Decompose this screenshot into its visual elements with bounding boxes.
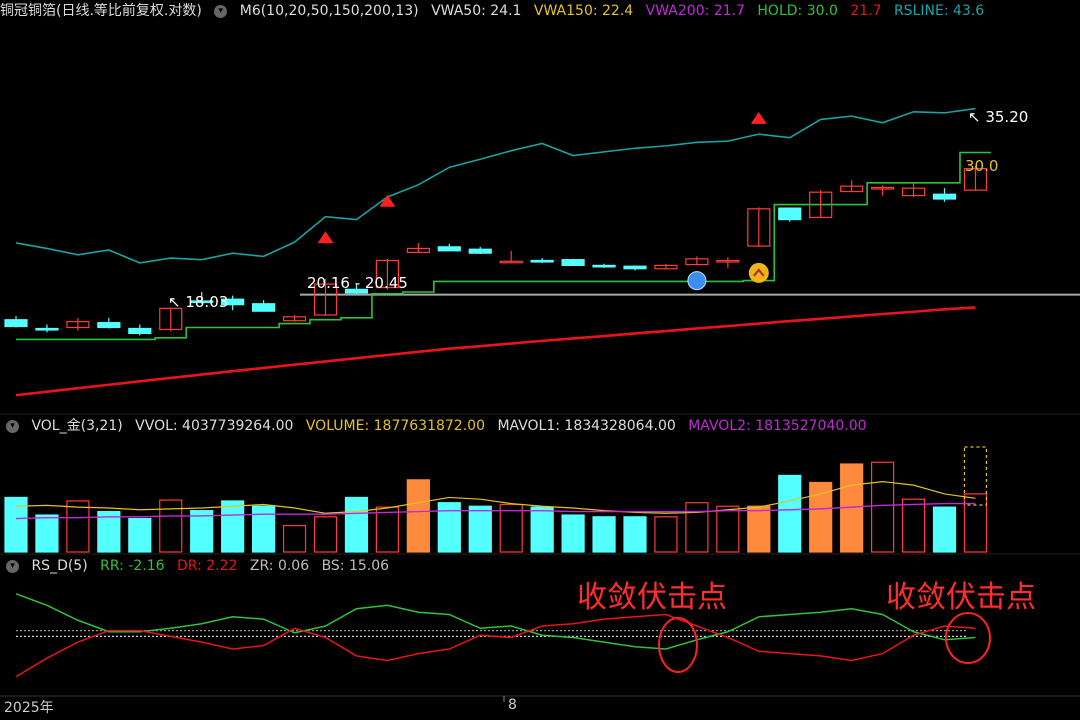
volume-bar — [870, 461, 895, 553]
volume-bar — [190, 510, 214, 553]
volume-bar — [592, 516, 616, 553]
signal-triangle-icon — [317, 231, 334, 244]
candle-body-down — [592, 264, 616, 268]
volume-bar — [128, 517, 152, 553]
low-price-label: ↖ 18.03 — [168, 293, 229, 311]
candle-body-down — [623, 265, 647, 270]
candle-body-down — [778, 207, 802, 221]
volume-bar — [221, 500, 245, 553]
candle — [840, 180, 864, 193]
candle-body-down — [252, 303, 276, 312]
x-axis-year: 2025年 — [4, 700, 54, 716]
volume-bar — [685, 502, 709, 553]
volume-bar — [932, 506, 957, 553]
signal-triangle-icon — [750, 111, 767, 124]
candle-body-down — [35, 327, 59, 331]
candle — [932, 188, 957, 202]
rsline-line — [15, 107, 976, 264]
candle — [468, 246, 492, 254]
candle — [747, 207, 771, 247]
volume-bar — [561, 514, 585, 553]
candle — [685, 256, 709, 266]
candle — [530, 258, 554, 263]
candle — [623, 265, 647, 271]
candle — [4, 315, 28, 328]
dr-line — [15, 613, 976, 678]
rr-line — [15, 593, 976, 650]
candle-body-down — [437, 246, 461, 252]
volume-bar — [623, 516, 647, 553]
volume-bar — [344, 496, 369, 553]
candle — [901, 182, 926, 197]
high-price-label: ↖ 35.20 — [968, 108, 1029, 126]
annotation-convergence-2: 收敛伏击点 — [886, 580, 1036, 615]
volume-bar — [35, 514, 59, 553]
volume-bar — [66, 500, 90, 553]
candle — [282, 314, 307, 322]
candle — [654, 263, 678, 270]
candle — [97, 317, 121, 329]
candle — [35, 324, 59, 333]
x-axis-tick-8: 8 — [508, 697, 517, 713]
candle-body-down — [97, 322, 121, 329]
candle-body-down — [4, 319, 28, 328]
hold-line — [16, 151, 991, 341]
volume-bar — [747, 505, 771, 553]
candle-body-down — [128, 327, 152, 335]
candle — [716, 257, 740, 268]
candle-body-down — [561, 259, 585, 266]
yellow-badge-icon — [748, 262, 769, 283]
candle — [437, 243, 461, 252]
range-price-label: 20.16 - 20.45 — [307, 274, 408, 292]
volume-bar — [809, 481, 833, 553]
volume-bar — [252, 505, 276, 553]
volume-bar — [159, 499, 183, 553]
candle — [778, 207, 802, 222]
candle — [592, 263, 616, 268]
annotation-convergence-1: 收敛伏击点 — [577, 580, 727, 615]
candle — [561, 258, 585, 266]
candle — [128, 324, 152, 336]
volume-bar — [406, 479, 430, 553]
volume-bar — [499, 503, 523, 553]
candle-body-down — [530, 259, 554, 263]
volume-bar — [654, 516, 678, 553]
candle — [66, 317, 90, 331]
candle — [406, 242, 430, 254]
volume-bar — [778, 474, 802, 553]
candle — [252, 300, 276, 312]
volume-bar — [313, 516, 338, 553]
candle-body-down — [468, 248, 492, 254]
candle — [870, 185, 895, 196]
candle — [499, 250, 523, 264]
volume-bar — [375, 506, 399, 553]
volume-bar — [468, 505, 492, 553]
volume-bar — [530, 506, 554, 553]
blue-ball-icon — [687, 271, 707, 291]
candle — [159, 307, 183, 332]
hold-value-label: 30.0 — [965, 157, 999, 175]
volume-bar — [716, 505, 740, 553]
volume-projection-bar — [963, 446, 988, 506]
candle-body-down — [932, 193, 957, 200]
volume-bar — [963, 493, 988, 553]
volume-bar — [901, 498, 926, 553]
volume-bar — [282, 524, 307, 553]
